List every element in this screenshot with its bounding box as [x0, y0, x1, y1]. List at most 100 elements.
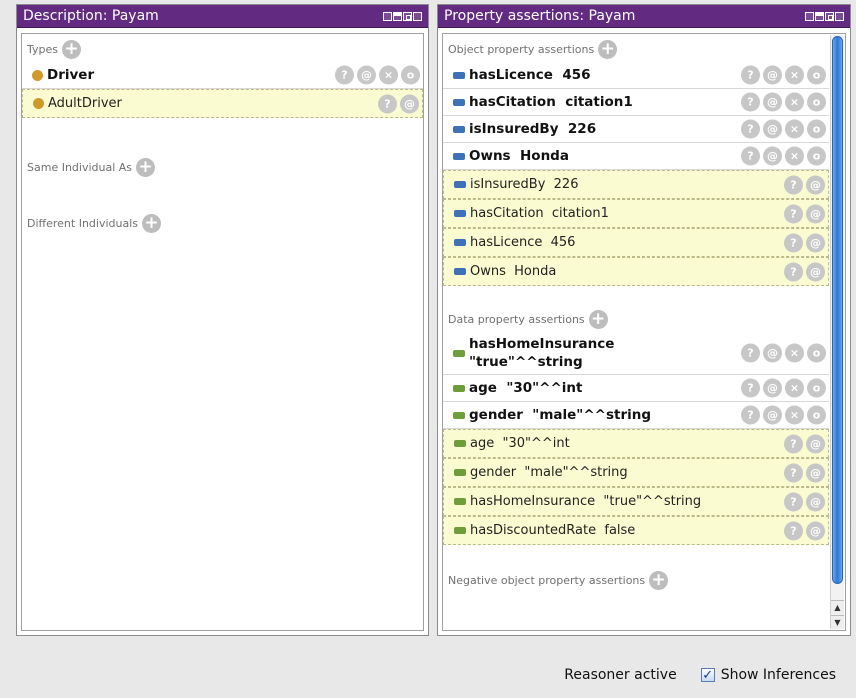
help-icon[interactable]: ?: [784, 492, 803, 511]
help-icon[interactable]: ?: [784, 521, 803, 540]
add-type-button[interactable]: +: [62, 39, 81, 59]
delete-icon[interactable]: ×: [785, 146, 804, 166]
help-icon[interactable]: ?: [741, 119, 760, 139]
help-icon[interactable]: ?: [784, 262, 803, 281]
delete-icon[interactable]: ×: [785, 119, 804, 139]
annotate-icon[interactable]: @: [763, 65, 782, 85]
edit-icon[interactable]: o: [807, 119, 826, 139]
inferred-data-property-row[interactable]: hasDiscountedRate false? @: [443, 516, 829, 545]
inferred-object-property-row-label: isInsuredBy 226: [470, 177, 579, 192]
help-icon[interactable]: ?: [741, 65, 760, 85]
edit-icon[interactable]: o: [807, 343, 826, 363]
edit-icon[interactable]: o: [807, 65, 826, 85]
help-icon[interactable]: ?: [741, 92, 760, 112]
add-same-individual-button[interactable]: +: [136, 157, 156, 177]
object-property-row[interactable]: isInsuredBy 226? @ × o: [443, 116, 829, 143]
delete-icon[interactable]: ×: [785, 92, 804, 112]
delete-icon[interactable]: ×: [379, 65, 398, 85]
edit-icon[interactable]: o: [807, 378, 826, 398]
annotate-icon[interactable]: @: [806, 463, 825, 482]
property-assertions-titlebar: Property assertions: Payam: [438, 5, 850, 28]
close-view-icon[interactable]: [835, 11, 844, 21]
annotate-icon[interactable]: @: [400, 94, 419, 113]
inferred-type-row[interactable]: AdultDriver? @: [22, 89, 423, 118]
help-icon[interactable]: ?: [784, 204, 803, 223]
property-assertions-list: Object property assertions + hasLicence …: [443, 34, 829, 630]
help-icon[interactable]: ?: [741, 405, 760, 425]
minimize-view-icon[interactable]: [393, 11, 402, 21]
individual-icon: [32, 69, 43, 81]
delete-icon[interactable]: ×: [785, 378, 804, 398]
add-data-property-button[interactable]: +: [588, 309, 608, 329]
delete-icon[interactable]: ×: [785, 65, 804, 85]
minimize-view-icon[interactable]: [815, 11, 824, 21]
type-row[interactable]: Driver? @ × o: [22, 62, 423, 89]
help-icon[interactable]: ?: [784, 463, 803, 482]
edit-icon[interactable]: o: [807, 405, 826, 425]
annotate-icon[interactable]: @: [806, 175, 825, 194]
annotate-icon[interactable]: @: [806, 492, 825, 511]
scroll-up-icon[interactable]: ▲: [831, 600, 844, 614]
annotate-icon[interactable]: @: [763, 92, 782, 112]
scroll-down-icon[interactable]: ▼: [831, 615, 844, 629]
float-view-icon[interactable]: [805, 11, 814, 21]
data-property-icon: [453, 349, 465, 357]
row-buttons: ? @: [784, 233, 825, 252]
data-property-row[interactable]: gender "male"^^string? @ × o: [443, 402, 829, 429]
data-property-row[interactable]: hasHomeInsurance "true"^^string? @ × o: [443, 332, 829, 375]
help-icon[interactable]: ?: [741, 343, 760, 363]
add-object-property-button[interactable]: +: [598, 39, 618, 59]
annotate-icon[interactable]: @: [806, 434, 825, 453]
maximize-view-icon[interactable]: [403, 11, 412, 21]
annotate-icon[interactable]: @: [357, 65, 376, 85]
edit-icon[interactable]: o: [807, 92, 826, 112]
add-different-individual-button[interactable]: +: [142, 213, 162, 233]
annotate-icon[interactable]: @: [806, 521, 825, 540]
inferred-data-property-row[interactable]: hasHomeInsurance "true"^^string? @: [443, 487, 829, 516]
description-titlebar: Description: Payam: [17, 5, 428, 28]
inferred-data-property-row[interactable]: age "30"^^int? @: [443, 429, 829, 458]
help-icon[interactable]: ?: [784, 434, 803, 453]
help-icon[interactable]: ?: [741, 378, 760, 398]
annotate-icon[interactable]: @: [806, 233, 825, 252]
annotate-icon[interactable]: @: [763, 146, 782, 166]
annotate-icon[interactable]: @: [763, 405, 782, 425]
maximize-view-icon[interactable]: [825, 11, 834, 21]
show-inferences-label[interactable]: Show Inferences: [721, 667, 836, 683]
edit-icon[interactable]: o: [401, 65, 420, 85]
help-icon[interactable]: ?: [784, 233, 803, 252]
float-view-icon[interactable]: [383, 11, 392, 21]
object-property-row[interactable]: hasCitation citation1? @ × o: [443, 89, 829, 116]
delete-icon[interactable]: ×: [785, 405, 804, 425]
annotate-icon[interactable]: @: [806, 262, 825, 281]
edit-icon[interactable]: o: [807, 146, 826, 166]
help-icon[interactable]: ?: [784, 175, 803, 194]
add-negative-object-property-button[interactable]: +: [649, 570, 669, 590]
object-property-row[interactable]: Owns Honda? @ × o: [443, 143, 829, 170]
show-inferences-checkbox[interactable]: ✓: [700, 667, 715, 683]
inferred-object-property-row[interactable]: Owns Honda? @: [443, 257, 829, 286]
object-property-icon: [453, 71, 465, 79]
delete-icon[interactable]: ×: [785, 343, 804, 363]
inferred-object-property-row[interactable]: hasCitation citation1? @: [443, 199, 829, 228]
inferred-data-property-row[interactable]: gender "male"^^string? @: [443, 458, 829, 487]
help-icon[interactable]: ?: [378, 94, 397, 113]
annotate-icon[interactable]: @: [763, 119, 782, 139]
row-buttons: ? @: [784, 262, 825, 281]
annotate-icon[interactable]: @: [806, 204, 825, 223]
annotate-icon[interactable]: @: [763, 343, 782, 363]
inferred-object-property-row[interactable]: isInsuredBy 226? @: [443, 170, 829, 199]
object-property-icon: [454, 268, 466, 275]
annotate-icon[interactable]: @: [763, 378, 782, 398]
data-property-row[interactable]: age "30"^^int? @ × o: [443, 375, 829, 402]
help-icon[interactable]: ?: [335, 65, 354, 85]
checkmark-icon: ✓: [702, 667, 714, 683]
help-icon[interactable]: ?: [741, 146, 760, 166]
vertical-scrollbar[interactable]: ▲ ▼: [830, 35, 844, 629]
close-view-icon[interactable]: [413, 11, 422, 21]
object-property-row-label: hasCitation citation1: [469, 94, 633, 110]
inferred-object-property-row[interactable]: hasLicence 456? @: [443, 228, 829, 257]
scrollbar-thumb[interactable]: [832, 36, 843, 584]
inferred-type-row-label: AdultDriver: [48, 96, 122, 111]
object-property-row[interactable]: hasLicence 456? @ × o: [443, 62, 829, 89]
